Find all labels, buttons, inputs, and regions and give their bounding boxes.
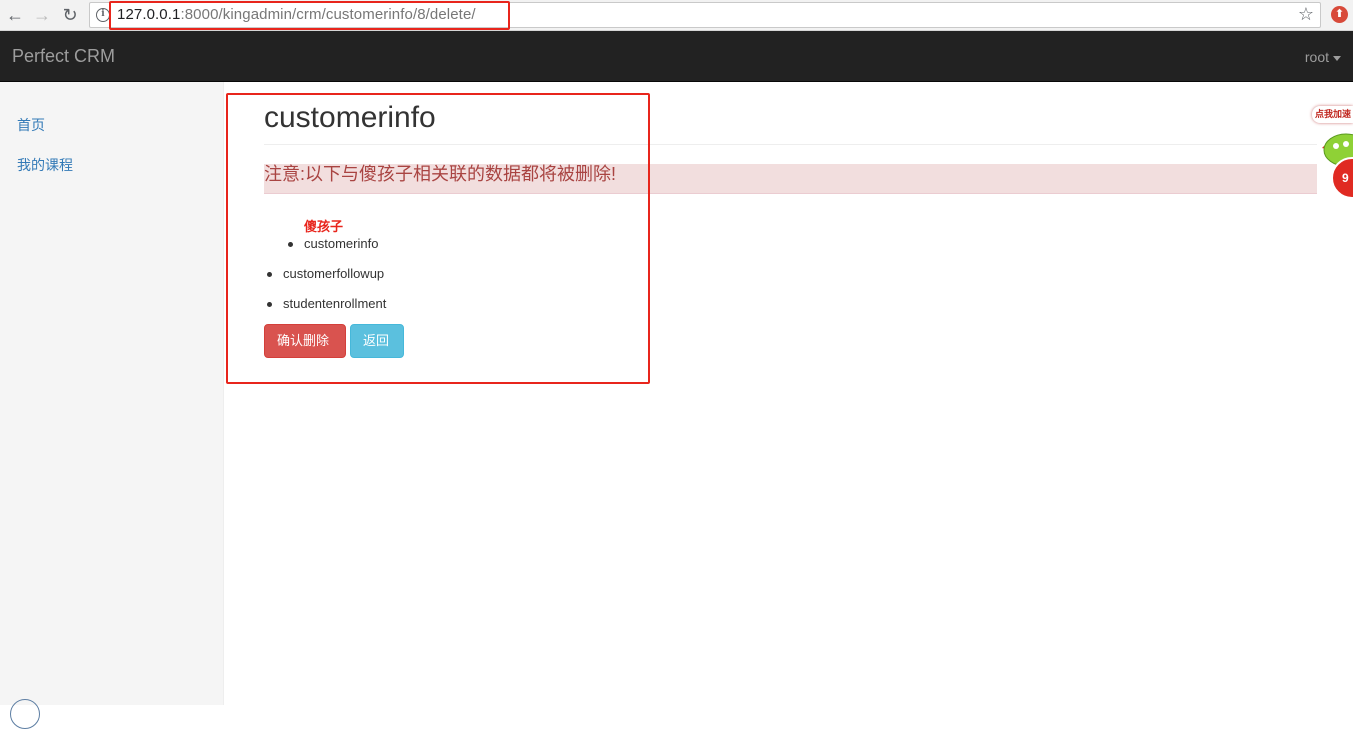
info-icon[interactable]: i [96, 8, 110, 22]
bookmark-star-icon[interactable]: ☆ [1298, 4, 1314, 25]
back-button[interactable]: 返回 [350, 324, 404, 358]
title-divider [264, 144, 1317, 145]
delete-warning-alert: 注意:以下与傻孩子相关联的数据都将被删除! [264, 164, 1317, 194]
bullet-icon [288, 242, 293, 247]
delete-warning-text: 注意:以下与傻孩子相关联的数据都将被删除! [264, 164, 616, 184]
ad-mascot-icon[interactable]: 9 [1322, 130, 1353, 200]
caret-down-icon [1333, 55, 1341, 61]
brand-title[interactable]: Perfect CRM [12, 46, 115, 67]
related-item: studentenrollment [267, 296, 387, 311]
related-item-label: customerfollowup [283, 266, 385, 281]
related-item-label: studentenrollment [283, 296, 387, 311]
sidebar-item-home[interactable]: 首页 [17, 115, 45, 135]
sidebar-item-my-courses[interactable]: 我的课程 [17, 155, 73, 175]
ad-speech-bubble[interactable]: 点我加速 [1312, 106, 1353, 123]
ad-badge-text: 9 [1342, 171, 1349, 185]
deleted-object-name: 傻孩子 [304, 219, 344, 234]
bullet-icon [267, 302, 272, 307]
confirm-delete-button[interactable]: 确认删除 [264, 324, 346, 358]
forward-arrow-icon[interactable]: → [30, 3, 54, 27]
url-text[interactable]: 127.0.0.1:8000/kingadmin/crm/customerinf… [117, 6, 476, 23]
extension-icon[interactable]: ⬆ [1331, 6, 1348, 23]
address-bar[interactable]: i 127.0.0.1:8000/kingadmin/crm/customeri… [89, 2, 1321, 28]
url-host: 127.0.0.1 [117, 6, 181, 23]
reload-icon[interactable]: ↻ [58, 3, 82, 27]
user-menu-dropdown[interactable]: root [1305, 49, 1341, 65]
related-item: customerfollowup [267, 266, 385, 281]
sidebar: 首页 我的课程 [0, 82, 224, 729]
browser-toolbar: ← → ↻ i 127.0.0.1:8000/kingadmin/crm/cus… [0, 0, 1353, 31]
back-arrow-icon[interactable]: ← [3, 3, 27, 27]
page-title: customerinfo [264, 101, 436, 134]
user-name: root [1304, 49, 1329, 65]
top-navbar: Perfect CRM root [0, 31, 1353, 82]
url-path: :8000/kingadmin/crm/customerinfo/8/delet… [180, 6, 476, 23]
related-item-label: customerinfo [304, 236, 379, 251]
related-item: customerinfo [288, 236, 379, 251]
bullet-icon [267, 272, 272, 277]
sidebar-bottom-icon[interactable] [10, 699, 40, 729]
